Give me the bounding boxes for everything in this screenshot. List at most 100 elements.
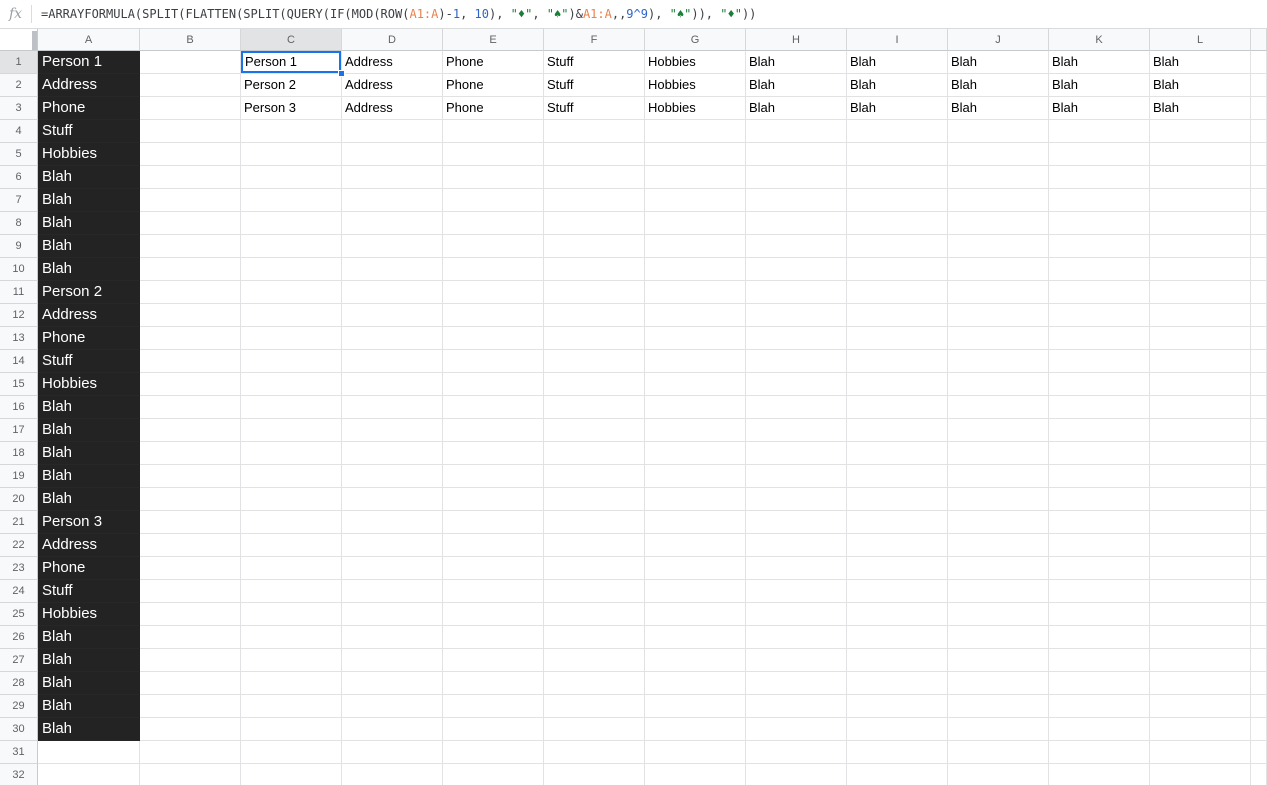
cell-F11[interactable] (544, 281, 645, 304)
cell-B28[interactable] (140, 672, 241, 695)
cell-A9[interactable]: Blah (38, 235, 140, 258)
cell-B29[interactable] (140, 695, 241, 718)
column-header-J[interactable]: J (948, 29, 1049, 51)
cell-G10[interactable] (645, 258, 746, 281)
cell-B13[interactable] (140, 327, 241, 350)
cell-G23[interactable] (645, 557, 746, 580)
cell-D5[interactable] (342, 143, 443, 166)
cell-E7[interactable] (443, 189, 544, 212)
cell-C32[interactable] (241, 764, 342, 785)
cell-C26[interactable] (241, 626, 342, 649)
cell-K14[interactable] (1049, 350, 1150, 373)
cell-J10[interactable] (948, 258, 1049, 281)
cell-E5[interactable] (443, 143, 544, 166)
cell-H20[interactable] (746, 488, 847, 511)
cell-C28[interactable] (241, 672, 342, 695)
cell-B2[interactable] (140, 74, 241, 97)
cell-G5[interactable] (645, 143, 746, 166)
cell-K7[interactable] (1049, 189, 1150, 212)
cell-C7[interactable] (241, 189, 342, 212)
cell-F30[interactable] (544, 718, 645, 741)
cell-I30[interactable] (847, 718, 948, 741)
cell-L25[interactable] (1150, 603, 1251, 626)
cell-B23[interactable] (140, 557, 241, 580)
column-header-A[interactable]: A (38, 29, 140, 51)
cell-G12[interactable] (645, 304, 746, 327)
cell-A31[interactable] (38, 741, 140, 764)
cell-A15[interactable]: Hobbies (38, 373, 140, 396)
cell-L24[interactable] (1150, 580, 1251, 603)
cell-D1[interactable]: Address (342, 51, 443, 74)
cell-F23[interactable] (544, 557, 645, 580)
cell-J22[interactable] (948, 534, 1049, 557)
cell-L17[interactable] (1150, 419, 1251, 442)
cell-D26[interactable] (342, 626, 443, 649)
cell-J29[interactable] (948, 695, 1049, 718)
cell-E20[interactable] (443, 488, 544, 511)
cell-J15[interactable] (948, 373, 1049, 396)
cell-J23[interactable] (948, 557, 1049, 580)
cell-E1[interactable]: Phone (443, 51, 544, 74)
cell-I7[interactable] (847, 189, 948, 212)
cell-H8[interactable] (746, 212, 847, 235)
cell-I22[interactable] (847, 534, 948, 557)
cell-I19[interactable] (847, 465, 948, 488)
cell-E18[interactable] (443, 442, 544, 465)
cell-L20[interactable] (1150, 488, 1251, 511)
cell-K26[interactable] (1049, 626, 1150, 649)
cell-A10[interactable]: Blah (38, 258, 140, 281)
row-header-17[interactable]: 17 (0, 419, 38, 442)
cell-K19[interactable] (1049, 465, 1150, 488)
cell-E29[interactable] (443, 695, 544, 718)
column-header-I[interactable]: I (847, 29, 948, 51)
cell-L23[interactable] (1150, 557, 1251, 580)
cell-C3[interactable]: Person 3 (241, 97, 342, 120)
cell-D29[interactable] (342, 695, 443, 718)
cell-A32[interactable] (38, 764, 140, 785)
cell-H23[interactable] (746, 557, 847, 580)
cell-D9[interactable] (342, 235, 443, 258)
row-header-32[interactable]: 32 (0, 764, 38, 785)
cell-E22[interactable] (443, 534, 544, 557)
cell-J16[interactable] (948, 396, 1049, 419)
cell-L4[interactable] (1150, 120, 1251, 143)
cell-D32[interactable] (342, 764, 443, 785)
cell-G16[interactable] (645, 396, 746, 419)
cell-H29[interactable] (746, 695, 847, 718)
cell-K27[interactable] (1049, 649, 1150, 672)
cell-K25[interactable] (1049, 603, 1150, 626)
cell-G28[interactable] (645, 672, 746, 695)
cell-C4[interactable] (241, 120, 342, 143)
cell-K8[interactable] (1049, 212, 1150, 235)
cell-E15[interactable] (443, 373, 544, 396)
cell-I18[interactable] (847, 442, 948, 465)
cell-H21[interactable] (746, 511, 847, 534)
cell-L9[interactable] (1150, 235, 1251, 258)
cell-L14[interactable] (1150, 350, 1251, 373)
cell-E26[interactable] (443, 626, 544, 649)
cell-E31[interactable] (443, 741, 544, 764)
cell-C29[interactable] (241, 695, 342, 718)
cell-H27[interactable] (746, 649, 847, 672)
cell-J26[interactable] (948, 626, 1049, 649)
cell-G13[interactable] (645, 327, 746, 350)
cell-L19[interactable] (1150, 465, 1251, 488)
row-header-5[interactable]: 5 (0, 143, 38, 166)
cell-A28[interactable]: Blah (38, 672, 140, 695)
cell-H7[interactable] (746, 189, 847, 212)
cell-J24[interactable] (948, 580, 1049, 603)
cell-I12[interactable] (847, 304, 948, 327)
cell-A8[interactable]: Blah (38, 212, 140, 235)
cell-K20[interactable] (1049, 488, 1150, 511)
cell-C23[interactable] (241, 557, 342, 580)
row-header-27[interactable]: 27 (0, 649, 38, 672)
cell-F4[interactable] (544, 120, 645, 143)
cell-E3[interactable]: Phone (443, 97, 544, 120)
cell-A4[interactable]: Stuff (38, 120, 140, 143)
cell-J30[interactable] (948, 718, 1049, 741)
cell-L5[interactable] (1150, 143, 1251, 166)
cell-J3[interactable]: Blah (948, 97, 1049, 120)
cell-G14[interactable] (645, 350, 746, 373)
cell-G18[interactable] (645, 442, 746, 465)
cell-K18[interactable] (1049, 442, 1150, 465)
